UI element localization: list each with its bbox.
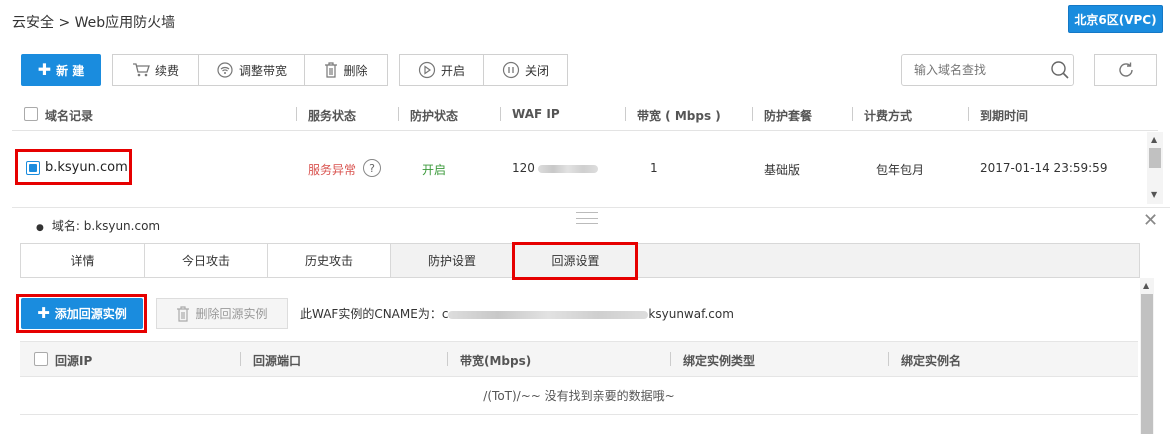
stop-button[interactable]: 关闭 bbox=[484, 55, 567, 85]
redacted-mark bbox=[537, 164, 598, 173]
column-header: 防护套餐 bbox=[764, 109, 813, 123]
column-header: 带宽 ( Mbps ) bbox=[637, 109, 721, 123]
delete-origin-label: 删除回源实例 bbox=[195, 307, 268, 321]
delete-origin-button[interactable]: 删除回源实例 bbox=[156, 298, 288, 329]
domain-search-input[interactable] bbox=[914, 63, 1044, 77]
origin-select-all-checkbox[interactable] bbox=[34, 352, 48, 366]
service-toggle-group: 开启 关闭 bbox=[399, 54, 568, 86]
column-header: 域名记录 bbox=[45, 109, 94, 123]
region-selector-button[interactable]: 北京6区(VPC) bbox=[1068, 5, 1163, 33]
highlight-box bbox=[16, 294, 147, 333]
tab-today-attacks[interactable]: 今日攻击 bbox=[145, 244, 268, 277]
highlight-box bbox=[512, 242, 638, 280]
new-button[interactable]: ✚ 新 建 bbox=[21, 54, 101, 86]
column-divider bbox=[888, 352, 889, 366]
column-divider bbox=[398, 107, 399, 121]
column-header: 回源端口 bbox=[253, 354, 302, 368]
bandwidth-cell: 1 bbox=[650, 161, 658, 175]
tab-protection-settings[interactable]: 防护设置 bbox=[391, 244, 514, 277]
table-row[interactable]: b.ksyun.com 服务异常 ? 开启 120 1 基础版 包年包月 201… bbox=[12, 132, 1146, 204]
redacted-mark bbox=[448, 310, 649, 319]
column-header: 绑定实例类型 bbox=[683, 354, 756, 368]
row-checkbox[interactable] bbox=[26, 161, 40, 175]
cname-prefix: 此WAF实例的CNAME为：c bbox=[300, 307, 449, 321]
trash-icon bbox=[177, 305, 190, 322]
search-icon[interactable] bbox=[1050, 60, 1070, 80]
column-divider bbox=[752, 107, 753, 121]
column-header: 计费方式 bbox=[864, 109, 913, 123]
help-icon[interactable]: ? bbox=[363, 159, 381, 177]
adjust-bandwidth-button[interactable]: 调整带宽 bbox=[199, 55, 305, 85]
cart-icon bbox=[132, 63, 150, 77]
scrollbar-thumb[interactable] bbox=[1141, 294, 1153, 434]
service-status-cell: 服务异常 bbox=[308, 163, 357, 177]
instance-action-group: 续费 调整带宽 删除 bbox=[112, 54, 388, 86]
scroll-up-icon[interactable]: ▲ bbox=[1143, 281, 1149, 290]
play-circle-icon bbox=[418, 61, 436, 79]
checkbox-checked-mark bbox=[29, 164, 37, 172]
column-divider bbox=[240, 352, 241, 366]
column-header: 绑定实例名 bbox=[901, 354, 962, 368]
delete-label: 删除 bbox=[343, 63, 368, 78]
package-cell: 基础版 bbox=[764, 163, 801, 177]
waf-ip-cell: 120 bbox=[512, 161, 598, 175]
refresh-button[interactable] bbox=[1094, 54, 1157, 86]
column-header: WAF IP bbox=[512, 107, 560, 121]
origin-table-header: 回源IP 回源端口 带宽(Mbps) 绑定实例类型 绑定实例名 bbox=[20, 341, 1138, 377]
column-divider bbox=[296, 107, 297, 121]
domain-search-box bbox=[901, 54, 1074, 86]
column-divider bbox=[670, 352, 671, 366]
new-button-label: 新 建 bbox=[56, 63, 85, 78]
tab-details[interactable]: 详情 bbox=[21, 244, 145, 277]
close-icon[interactable]: ✕ bbox=[1143, 212, 1158, 230]
cname-info: 此WAF实例的CNAME为：c ksyunwaf.com bbox=[300, 305, 734, 322]
refresh-icon bbox=[1118, 62, 1133, 77]
column-header: 带宽(Mbps) bbox=[460, 354, 532, 368]
detail-domain: ● 域名: b.ksyun.com bbox=[36, 217, 160, 234]
breadcrumb: 云安全 > Web应用防火墙 bbox=[12, 15, 176, 31]
scroll-up-icon[interactable]: ▲ bbox=[1151, 135, 1157, 144]
waf-ip-prefix: 120 bbox=[512, 161, 535, 175]
panel-scrollbar[interactable]: ▲ bbox=[1140, 278, 1154, 434]
scroll-down-icon[interactable]: ▼ bbox=[1151, 190, 1157, 199]
detail-domain-label: 域名: b.ksyun.com bbox=[51, 219, 161, 233]
billing-cell: 包年包月 bbox=[876, 163, 925, 177]
expire-cell: 2017-01-14 23:59:59 bbox=[980, 161, 1108, 175]
column-divider bbox=[500, 107, 501, 121]
tab-history-attacks[interactable]: 历史攻击 bbox=[268, 244, 391, 277]
column-divider bbox=[625, 107, 626, 121]
delete-button[interactable]: 删除 bbox=[305, 55, 387, 85]
start-label: 开启 bbox=[440, 63, 465, 78]
drag-handle-icon[interactable] bbox=[576, 212, 598, 224]
renew-button[interactable]: 续费 bbox=[113, 55, 199, 85]
cname-suffix: ksyunwaf.com bbox=[648, 307, 734, 321]
plus-icon: ✚ bbox=[37, 60, 52, 79]
renew-label: 续费 bbox=[154, 63, 179, 78]
column-divider bbox=[447, 352, 448, 366]
column-header: 回源IP bbox=[55, 354, 93, 368]
column-header: 服务状态 bbox=[308, 109, 357, 123]
column-header: 防护状态 bbox=[410, 109, 459, 123]
wifi-icon bbox=[217, 62, 233, 78]
scrollbar-thumb[interactable] bbox=[1149, 148, 1161, 168]
table-scrollbar[interactable]: ▲ ▼ bbox=[1147, 132, 1163, 204]
domain-cell[interactable]: b.ksyun.com bbox=[45, 160, 128, 175]
adjust-bandwidth-label: 调整带宽 bbox=[238, 63, 287, 78]
protect-status-cell: 开启 bbox=[422, 163, 447, 177]
table-header: 域名记录 服务状态 防护状态 WAF IP 带宽 ( Mbps ) 防护套餐 计… bbox=[12, 97, 1158, 131]
bullet-icon: ● bbox=[36, 223, 44, 233]
start-button[interactable]: 开启 bbox=[400, 55, 484, 85]
trash-icon bbox=[325, 62, 338, 78]
stop-label: 关闭 bbox=[524, 63, 549, 78]
select-all-checkbox[interactable] bbox=[24, 107, 38, 121]
column-divider bbox=[852, 107, 853, 121]
empty-state: /(ToT)/~~ 没有找到亲要的数据哦~ bbox=[20, 377, 1138, 415]
column-divider bbox=[968, 107, 969, 121]
tab-strip-filler bbox=[638, 244, 1139, 277]
column-header: 到期时间 bbox=[980, 109, 1029, 123]
pause-circle-icon bbox=[502, 61, 520, 79]
